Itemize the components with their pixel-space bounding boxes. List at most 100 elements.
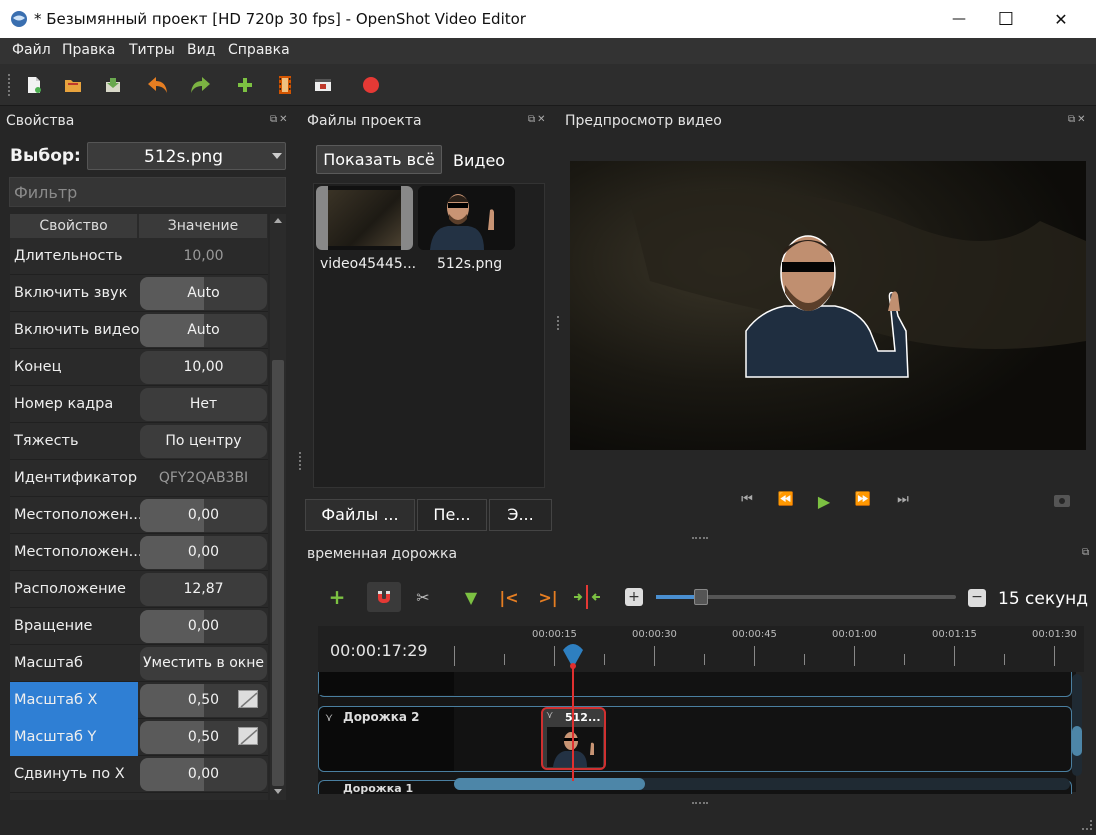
timeline-horizontal-scrollbar[interactable] xyxy=(454,778,1070,790)
maximize-button[interactable]: ☐ xyxy=(983,0,1029,38)
property-value[interactable]: Auto xyxy=(140,314,267,347)
property-row[interactable]: Конец 10,00 xyxy=(10,349,268,386)
property-row[interactable]: Включить видео Auto xyxy=(10,312,268,349)
property-row[interactable]: Масштаб Уместить в окне xyxy=(10,645,268,682)
property-value[interactable]: 12,87 xyxy=(140,573,267,606)
timeline-vertical-scrollbar[interactable] xyxy=(1072,674,1082,776)
property-value[interactable]: 0,00 xyxy=(140,758,267,791)
vertical-scrollbar-thumb[interactable] xyxy=(1072,726,1082,756)
menu-file[interactable]: Файл xyxy=(12,42,51,58)
clip-menu-icon[interactable]: ⋎ xyxy=(546,710,553,721)
property-row[interactable]: Включить звук Auto xyxy=(10,275,268,312)
keyframe-curve-icon[interactable] xyxy=(238,690,258,708)
open-project-button[interactable] xyxy=(60,72,86,98)
camera-icon[interactable] xyxy=(1054,495,1070,507)
zoom-in-button[interactable]: + xyxy=(619,582,649,612)
new-project-button[interactable] xyxy=(21,72,47,98)
property-row[interactable]: Местоположен... 0,00 xyxy=(10,497,268,534)
menu-titles[interactable]: Титры xyxy=(129,42,175,58)
track-row[interactable] xyxy=(318,672,1072,697)
save-project-button[interactable] xyxy=(100,72,126,98)
property-value[interactable]: 0,00 xyxy=(140,536,267,569)
property-value[interactable]: Auto xyxy=(140,277,267,310)
selection-dropdown[interactable]: 512s.png xyxy=(87,142,286,170)
rewind-button[interactable]: ⏪ xyxy=(776,492,796,512)
property-value[interactable]: QFY2QAB3BI xyxy=(140,462,267,495)
play-button[interactable]: ▶ xyxy=(814,492,834,512)
menu-view[interactable]: Вид xyxy=(187,42,215,58)
video-preview[interactable] xyxy=(570,161,1086,450)
import-files-button[interactable] xyxy=(232,72,258,98)
playhead-line[interactable] xyxy=(572,663,574,781)
preview-dock-buttons[interactable]: ⧉✕ xyxy=(1068,114,1088,125)
add-marker-button[interactable]: ▼ xyxy=(456,582,486,612)
tab-transitions[interactable]: Пе... xyxy=(417,499,487,531)
property-value[interactable]: 0,00 xyxy=(140,610,267,643)
next-marker-button[interactable]: >| xyxy=(533,582,563,612)
property-row[interactable]: Номер кадра Нет xyxy=(10,386,268,423)
razor-tool-button[interactable]: ✂ xyxy=(408,582,438,612)
property-value[interactable]: По центру xyxy=(140,425,267,458)
scroll-up-icon[interactable] xyxy=(274,218,282,223)
profile-button[interactable] xyxy=(272,72,298,98)
property-row[interactable]: Вращение 0,00 xyxy=(10,608,268,645)
export-video-button[interactable] xyxy=(310,72,336,98)
track-collapse-icon[interactable]: ⋎ xyxy=(325,711,333,724)
tab-project-files[interactable]: Файлы ... xyxy=(305,499,415,531)
file-thumbnail-image[interactable] xyxy=(418,186,515,250)
video-filter-button[interactable]: Видео xyxy=(453,151,505,170)
files-dock-buttons[interactable]: ⧉✕ xyxy=(528,114,548,125)
filter-input[interactable]: Фильтр xyxy=(9,177,286,207)
toolbar-grip[interactable] xyxy=(8,74,12,96)
keyframe-curve-icon[interactable] xyxy=(238,727,258,745)
zoom-slider-handle[interactable] xyxy=(694,589,708,605)
snapping-toggle[interactable] xyxy=(367,582,401,612)
property-row[interactable]: Длительность 10,00 xyxy=(10,238,268,275)
timeline-dock-buttons[interactable]: ⧉ xyxy=(1082,547,1091,558)
menu-edit[interactable]: Правка xyxy=(62,42,115,58)
center-playhead-button[interactable] xyxy=(572,582,602,612)
minimize-button[interactable]: — xyxy=(936,0,982,38)
property-row[interactable]: Местоположен... 0,00 xyxy=(10,534,268,571)
property-row[interactable]: Масштаб Y 0,50 xyxy=(10,719,268,756)
property-row[interactable]: Идентификатор QFY2QAB3BI xyxy=(10,460,268,497)
previous-marker-button[interactable]: |< xyxy=(494,582,524,612)
splitter-handle[interactable] xyxy=(557,316,559,330)
property-row[interactable]: Расположение 12,87 xyxy=(10,571,268,608)
properties-dock-buttons[interactable]: ⧉✕ xyxy=(270,114,290,125)
property-row[interactable]: Тяжесть По центру xyxy=(10,423,268,460)
property-row[interactable]: Масштаб X 0,50 xyxy=(10,682,268,719)
record-button[interactable] xyxy=(358,72,384,98)
jump-start-button[interactable]: ⏮ xyxy=(737,492,757,512)
property-row[interactable]: Сдвинуть по X 0,00 xyxy=(10,756,268,793)
file-thumbnail-video[interactable] xyxy=(316,186,413,250)
splitter-handle[interactable] xyxy=(299,452,301,470)
property-value[interactable]: Уместить в окне xyxy=(140,647,267,680)
splitter-handle[interactable] xyxy=(692,537,708,539)
track-row[interactable]: ⋎ Дорожка 2 xyxy=(318,706,1072,772)
zoom-out-icon[interactable]: − xyxy=(968,589,986,607)
jump-end-button[interactable]: ⏭ xyxy=(893,492,913,512)
horizontal-scrollbar-thumb[interactable] xyxy=(454,778,645,790)
property-column-header[interactable]: Свойство xyxy=(10,214,138,238)
undo-button[interactable] xyxy=(145,72,171,98)
redo-button[interactable] xyxy=(187,72,213,98)
properties-scrollbar[interactable] xyxy=(270,214,286,800)
tab-effects[interactable]: Э... xyxy=(489,499,552,531)
resize-grip-icon[interactable] xyxy=(1082,820,1092,830)
property-value[interactable]: 0,00 xyxy=(140,499,267,532)
property-value[interactable]: 10,00 xyxy=(140,240,267,273)
scroll-down-icon[interactable] xyxy=(274,789,282,794)
menu-help[interactable]: Справка xyxy=(228,42,290,58)
show-all-button[interactable]: Показать всё xyxy=(316,145,442,174)
property-value[interactable]: Нет xyxy=(140,388,267,421)
property-value[interactable]: 10,00 xyxy=(140,351,267,384)
scrollbar-thumb[interactable] xyxy=(272,360,284,786)
zoom-slider[interactable] xyxy=(656,589,956,605)
splitter-handle[interactable] xyxy=(692,802,708,804)
value-column-header[interactable]: Значение xyxy=(139,214,268,238)
close-button[interactable]: ✕ xyxy=(1038,0,1084,38)
add-track-button[interactable]: + xyxy=(322,582,352,612)
playhead-marker-icon[interactable] xyxy=(561,640,585,670)
fast-forward-button[interactable]: ⏩ xyxy=(853,492,873,512)
